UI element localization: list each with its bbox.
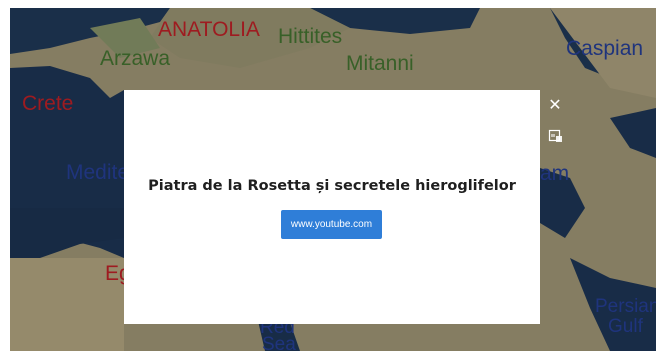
modal-title: Piatra de la Rosetta și secretele hierog…	[148, 178, 516, 194]
youtube-link-button[interactable]: www.youtube.com	[281, 210, 382, 239]
closed-caption-icon-graphic	[548, 129, 562, 142]
closed-caption-icon[interactable]	[548, 129, 564, 143]
video-modal: Piatra de la Rosetta și secretele hierog…	[124, 90, 540, 324]
close-icon[interactable]: ✕	[547, 97, 563, 113]
